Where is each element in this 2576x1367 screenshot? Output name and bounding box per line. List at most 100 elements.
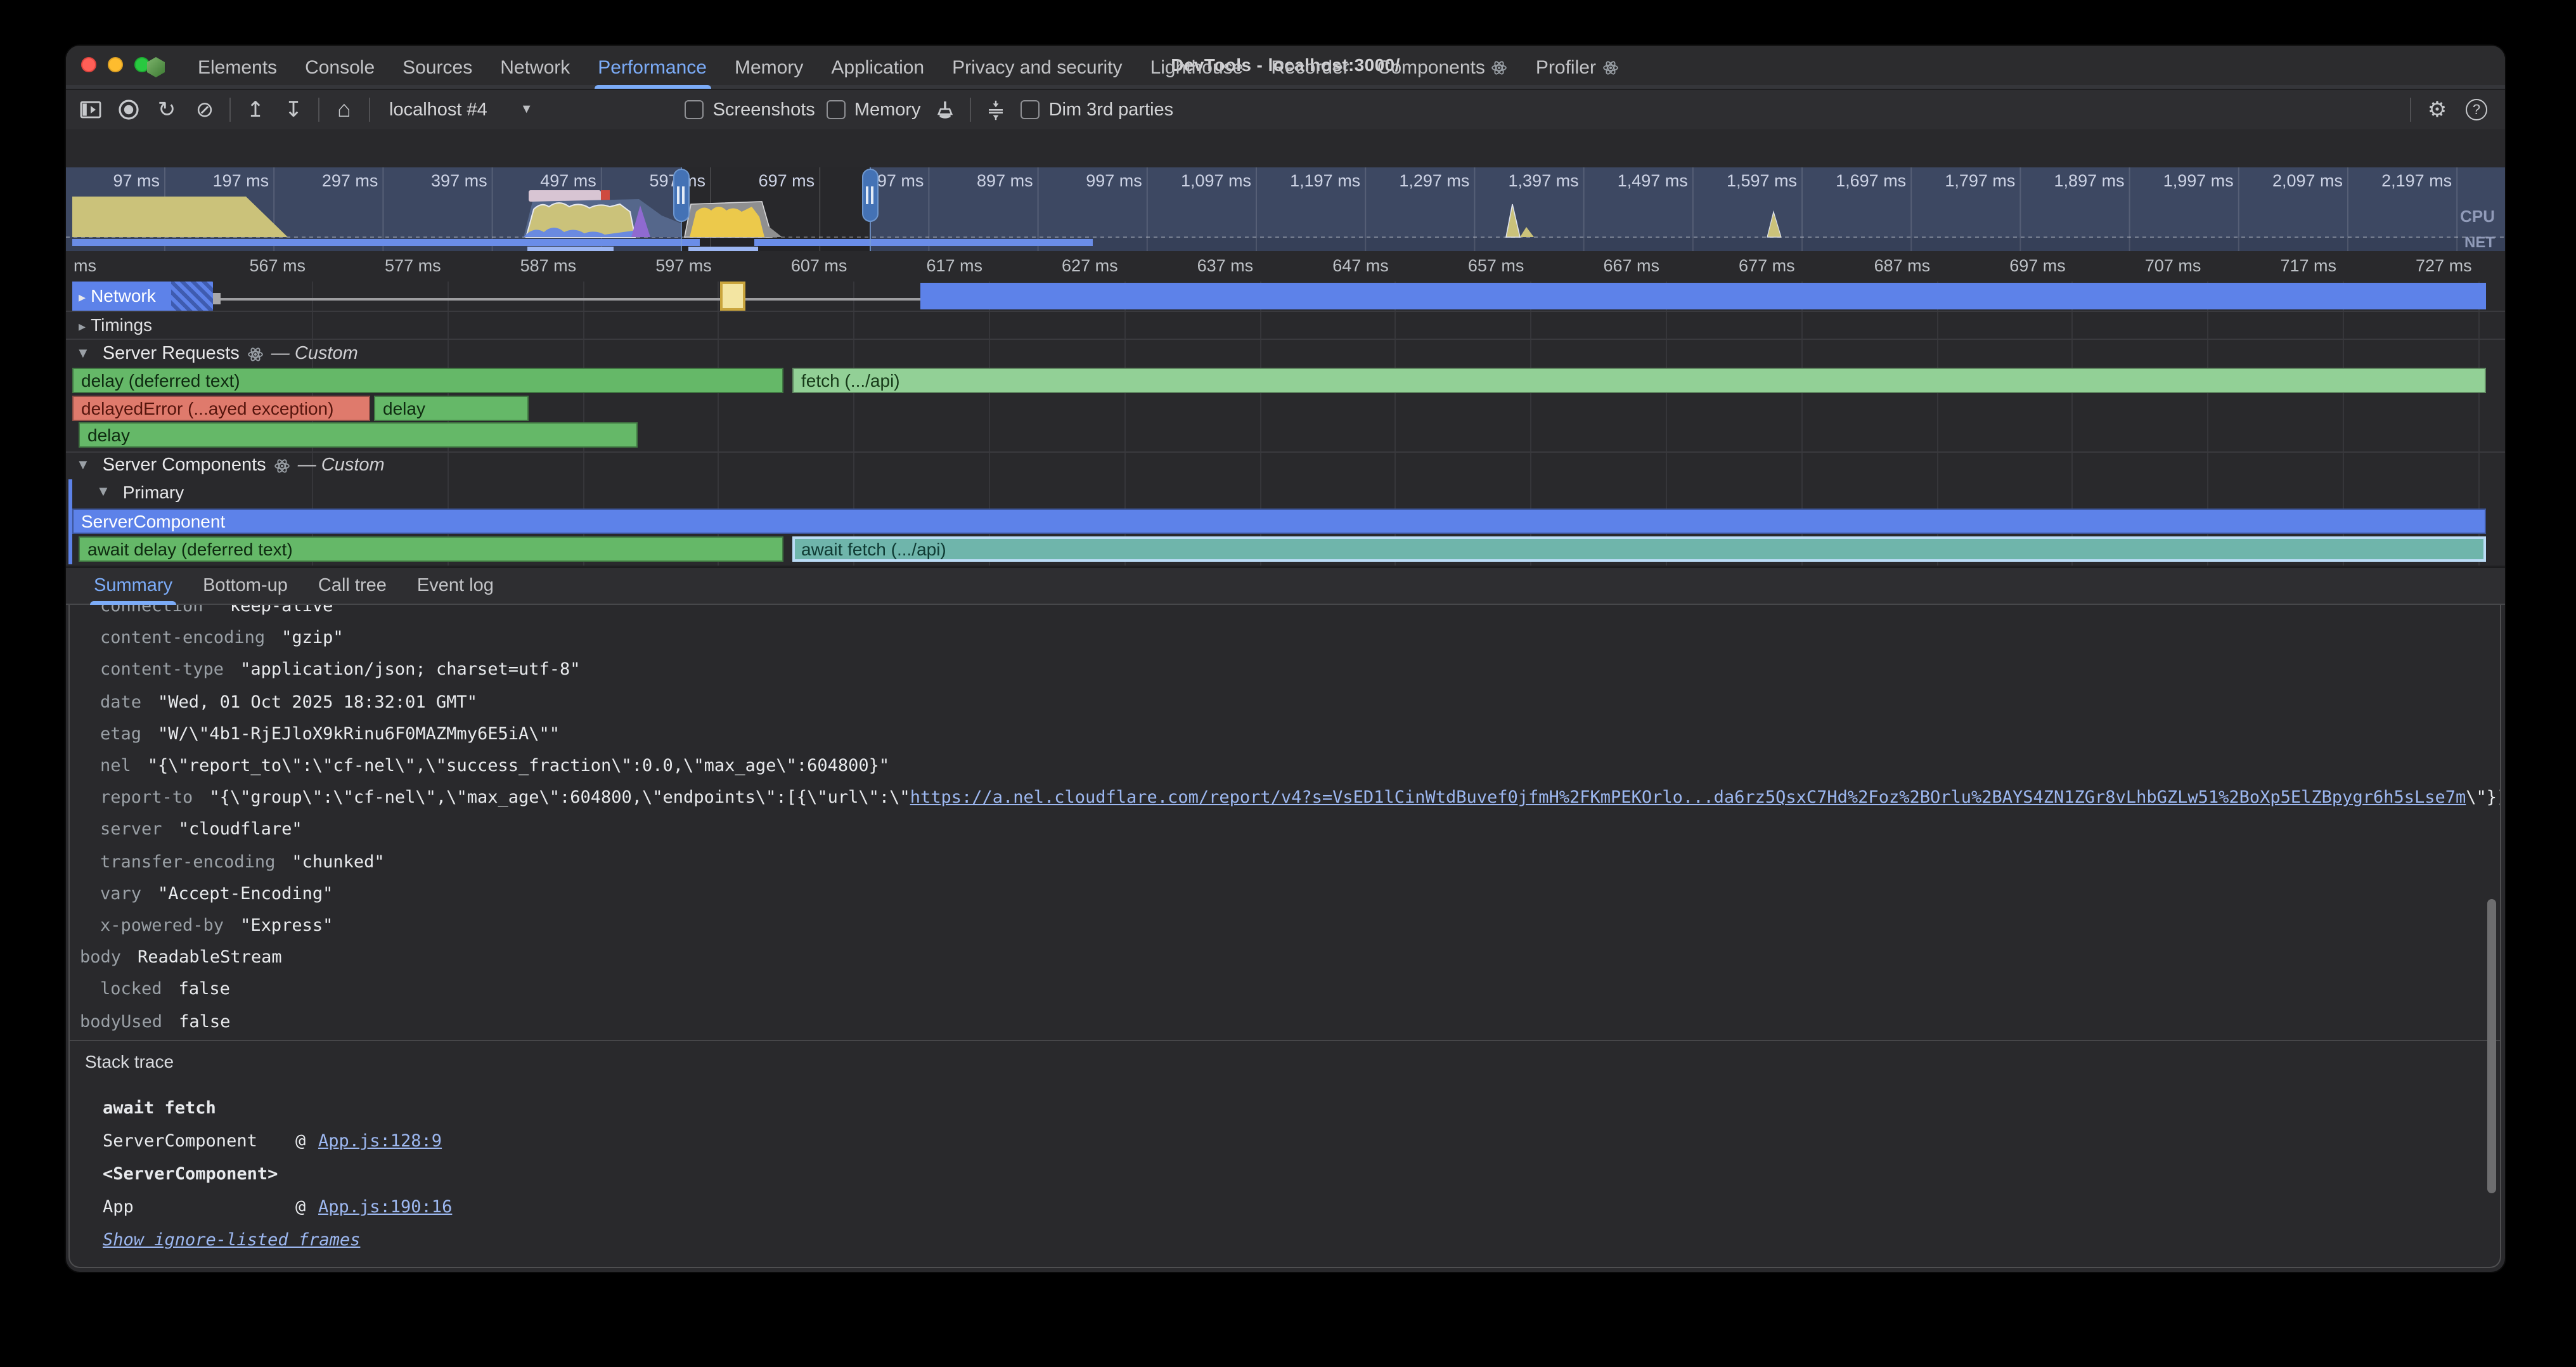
memory-checkbox[interactable]: Memory	[827, 100, 921, 120]
tab-elements[interactable]: Elements	[184, 46, 291, 89]
network-request-bar[interactable]	[920, 283, 2486, 309]
home-icon[interactable]: ⌂	[331, 96, 357, 124]
property-row: x-powered-by "Express"	[100, 910, 333, 942]
screenshots-checkbox[interactable]: Screenshots	[685, 100, 815, 120]
show-ignore-listed-frames-link[interactable]: Show ignore-listed frames	[103, 1224, 360, 1257]
flame-bar-await-delay-deferred-text-[interactable]: await delay (deferred text)	[79, 536, 783, 561]
checkbox-label: Dim 3rd parties	[1049, 100, 1174, 120]
track-group-primary[interactable]: ▼ Primary	[96, 482, 184, 502]
flame-bar-delayederror-ayed-exception-[interactable]: delayedError (...ayed exception)	[72, 395, 370, 420]
ruler-time-label: 587 ms	[454, 256, 576, 275]
flame-bar-delay[interactable]: delay	[79, 422, 638, 448]
devtools-window: DevTools - localhost:3000/ ElementsConso…	[66, 46, 2505, 1272]
selection-right-handle[interactable]	[861, 169, 878, 222]
flame-bar-delay-deferred-text-[interactable]: delay (deferred text)	[72, 368, 783, 393]
expand-triangle-icon[interactable]: ▼	[76, 346, 90, 361]
toggle-sidebar-icon[interactable]	[77, 96, 104, 124]
checkbox-box	[827, 100, 846, 119]
frame-source-link[interactable]: App.js:190:16	[318, 1191, 452, 1224]
tab-memory[interactable]: Memory	[721, 46, 817, 89]
checkbox-box	[685, 100, 704, 119]
record-icon[interactable]	[115, 96, 142, 124]
property-row: content-type"application/json; charset=u…	[100, 655, 581, 687]
property-key: x-powered-by	[100, 910, 224, 942]
dim-3rd-parties-checkbox[interactable]: Dim 3rd parties	[1021, 100, 1174, 120]
record-and-reload-icon[interactable]: ↻	[153, 96, 180, 124]
clear-icon[interactable]: ⊘	[191, 96, 218, 124]
checkbox-box	[1021, 100, 1040, 119]
net-lane-label: NET	[2464, 233, 2495, 251]
ruler-time-label: 597 ms	[590, 256, 712, 275]
ruler-time-label: 577 ms	[319, 256, 441, 275]
tab-network[interactable]: Network	[486, 46, 584, 89]
collapse-tracks-icon[interactable]	[983, 96, 1010, 124]
collapse-triangle-icon[interactable]: ▸	[79, 320, 86, 335]
tab-profiler[interactable]: Profiler	[1522, 46, 1633, 89]
react-atom-icon	[1602, 59, 1619, 75]
property-row: bodyUsed false	[80, 1006, 230, 1038]
bottom-tab-bottom-up[interactable]: Bottom-up	[188, 568, 303, 604]
property-key: content-encoding	[100, 623, 265, 654]
property-value: "gzip"	[281, 623, 344, 654]
property-row: transfer-encoding"chunked"	[100, 846, 385, 878]
save-profile-icon[interactable]: ↧	[280, 96, 307, 124]
value-prefix: "{\"group\":\"cf-nel\",\"max_age\":60480…	[209, 787, 910, 808]
toolbar-separator	[369, 98, 370, 122]
tab-lighthouse[interactable]: Lighthouse	[1137, 46, 1258, 89]
flame-chart-tracks[interactable]: ▸Network ▸Timings ▼ Server Requests — Cu…	[66, 282, 2505, 567]
expand-triangle-icon[interactable]: ▼	[76, 458, 90, 473]
flame-bar-fetch-api-[interactable]: fetch (.../api)	[792, 368, 2486, 393]
checkbox-label: Memory	[854, 100, 921, 120]
property-key: server	[100, 815, 162, 846]
track-server-requests-header[interactable]: ▼ Server Requests — Custom	[76, 344, 358, 364]
property-row: content-encoding "gzip"	[100, 623, 344, 654]
tab-console[interactable]: Console	[291, 46, 389, 89]
property-value: "Express"	[240, 910, 333, 942]
flame-bar-servercomponent[interactable]: ServerComponent	[72, 509, 2486, 534]
ruler-time-label: 707 ms	[2079, 256, 2201, 275]
toolbar-separator	[229, 98, 231, 122]
property-key: etag	[100, 719, 141, 751]
property-key: bodyUsed	[80, 1006, 162, 1038]
property-value: "chunked"	[292, 846, 384, 878]
report-to-url-link[interactable]: https://a.nel.cloudflare.com/report/v4?s…	[910, 787, 2466, 808]
network-request-bar-striped[interactable]	[171, 282, 213, 311]
garbage-collect-icon[interactable]	[932, 96, 959, 124]
ruler-time-label: 667 ms	[1538, 256, 1659, 275]
summary-scrollbar[interactable]	[2487, 899, 2496, 1193]
expand-triangle-icon[interactable]: ▼	[96, 484, 110, 500]
bottom-tab-bar: SummaryBottom-upCall treeEvent log	[66, 567, 2505, 605]
flame-bar-delay[interactable]: delay	[374, 395, 529, 420]
property-row: nel"{\"report_to\":\"cf-nel\",\"success_…	[100, 751, 889, 782]
tab-recorder[interactable]: Recorder	[1257, 46, 1363, 89]
tab-components[interactable]: Components	[1363, 46, 1522, 89]
capture-settings-gear-icon[interactable]: ⚙	[2424, 96, 2450, 124]
property-value: false	[179, 1006, 230, 1038]
history-select[interactable]: localhost #4 ▼	[382, 97, 541, 122]
ruler-time-label: 567 ms	[184, 256, 306, 275]
detail-time-ruler: ms567 ms577 ms587 ms597 ms607 ms617 ms62…	[66, 251, 2505, 282]
selection-left-handle[interactable]	[673, 169, 689, 222]
overview-time-label: 2,197 ms	[2317, 171, 2452, 190]
tab-sources[interactable]: Sources	[389, 46, 486, 89]
frame-source-link[interactable]: App.js:128:9	[318, 1125, 442, 1158]
property-value: "W/\"4b1-RjEJloX9kRinu6F0MAZMmy6E5iA\""	[158, 719, 560, 751]
tab-privacy-and-security[interactable]: Privacy and security	[938, 46, 1136, 89]
bottom-tab-summary[interactable]: Summary	[79, 568, 188, 604]
property-value: "Wed, 01 Oct 2025 18:32:01 GMT"	[158, 687, 477, 718]
timeline-overview[interactable]: 97 ms197 ms297 ms397 ms497 ms597 ms697 m…	[66, 167, 2505, 251]
collapse-triangle-icon[interactable]: ▸	[79, 290, 86, 306]
track-server-components-header[interactable]: ▼ Server Components — Custom	[76, 455, 385, 476]
help-icon[interactable]: ?	[2463, 96, 2490, 124]
network-whisker-cap	[213, 293, 221, 304]
tab-performance[interactable]: Performance	[584, 46, 721, 89]
history-select-value: localhost #4	[389, 100, 487, 120]
flame-bar-await-fetch-api-[interactable]: await fetch (.../api)	[792, 536, 2486, 561]
network-selected-request[interactable]	[720, 282, 745, 311]
load-profile-icon[interactable]: ↥	[242, 96, 269, 124]
stack-component-label: <ServerComponent>	[103, 1158, 278, 1191]
bottom-tab-call-tree[interactable]: Call tree	[303, 568, 402, 604]
tab-application[interactable]: Application	[817, 46, 938, 89]
bottom-tab-event-log[interactable]: Event log	[402, 568, 509, 604]
ruler-time-label: 627 ms	[996, 256, 1118, 275]
